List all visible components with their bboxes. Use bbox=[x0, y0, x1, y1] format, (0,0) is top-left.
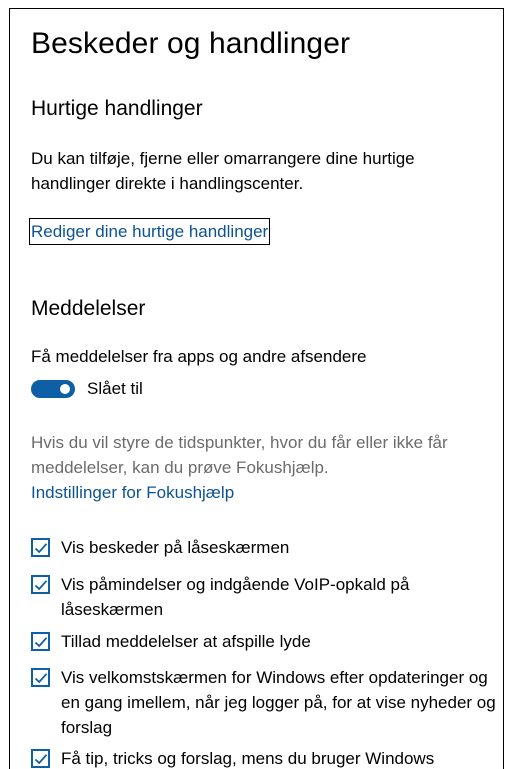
get-notifications-label: Få meddelelser fra apps og andre afsende… bbox=[31, 347, 367, 366]
checkbox-lockscreen-notifications[interactable] bbox=[31, 538, 50, 557]
checkbox-label: Vis velkomstskærmen for Windows efter op… bbox=[61, 668, 496, 737]
focus-assist-settings-link[interactable]: Indstillinger for Fokushjælp bbox=[31, 480, 234, 505]
focus-assist-hint: Hvis du vil styre de tidspunkter, hvor d… bbox=[31, 433, 448, 477]
checkbox-label: Tillad meddelelser at afspille lyde bbox=[61, 632, 311, 651]
notifications-toggle[interactable] bbox=[31, 380, 75, 398]
checkbox-label: Vis påmindelser og indgående VoIP-opkald… bbox=[61, 575, 410, 619]
checkbox-notification-sounds[interactable] bbox=[31, 632, 50, 651]
checkmark-icon bbox=[34, 580, 48, 591]
quick-actions-description: Du kan tilføje, fjerne eller omarrangere… bbox=[31, 149, 415, 193]
checkmark-icon bbox=[34, 543, 48, 554]
page-title: Beskeder og handlinger bbox=[31, 27, 351, 60]
toggle-state-label: Slået til bbox=[87, 379, 143, 398]
toggle-knob bbox=[60, 384, 70, 394]
checkbox-label: Få tip, tricks og forslag, mens du bruge… bbox=[61, 749, 435, 768]
checkbox-reminders-voip[interactable] bbox=[31, 575, 50, 594]
edit-quick-actions-link[interactable]: Rediger dine hurtige handlinger bbox=[29, 218, 271, 245]
checkbox-welcome-experience[interactable] bbox=[31, 668, 50, 687]
quick-actions-heading: Hurtige handlinger bbox=[31, 97, 203, 120]
checkmark-icon bbox=[34, 754, 48, 765]
settings-content: Beskeder og handlinger Hurtige handlinge… bbox=[29, 9, 503, 769]
settings-panel: Beskeder og handlinger Hurtige handlinge… bbox=[9, 8, 504, 769]
checkmark-icon bbox=[34, 637, 48, 648]
checkbox-label: Vis beskeder på låseskærmen bbox=[61, 538, 290, 557]
checkbox-tips-tricks[interactable] bbox=[31, 749, 50, 768]
notifications-heading: Meddelelser bbox=[31, 297, 146, 320]
checkmark-icon bbox=[34, 673, 48, 684]
